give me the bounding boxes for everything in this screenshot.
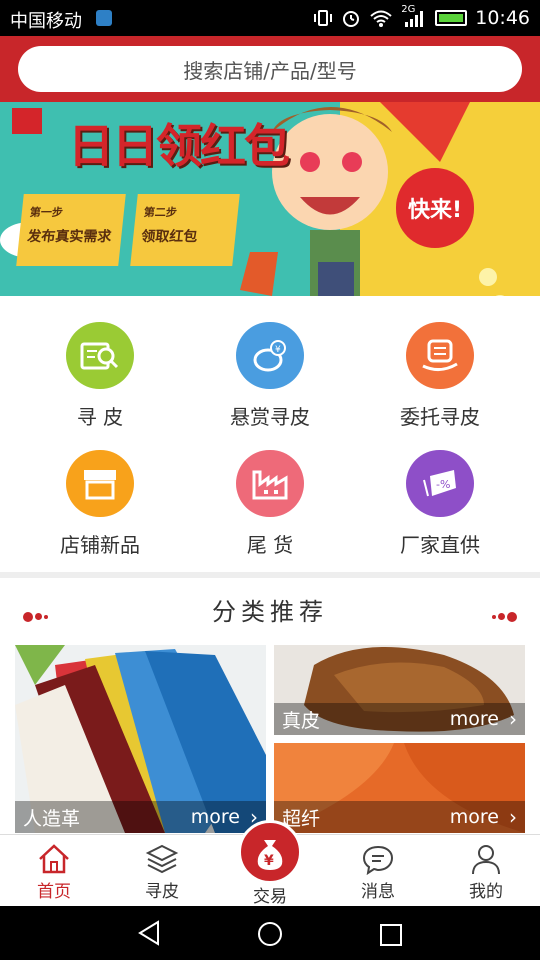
more-label: more [449, 708, 499, 730]
step1-label: 第一步 [29, 206, 64, 219]
system-nav-bar [0, 906, 540, 960]
more-link[interactable]: more › [450, 707, 517, 731]
discount-tag-icon: -% [406, 450, 474, 517]
svg-text:¥: ¥ [275, 345, 281, 355]
more-link[interactable]: more › [191, 805, 258, 829]
recents-icon[interactable] [378, 922, 404, 948]
grid-label: 尾 货 [246, 533, 294, 557]
category-name: 人造革 [23, 807, 81, 830]
nav-profile[interactable]: 我的 [432, 835, 540, 907]
search-input[interactable]: 搜索店铺/产品/型号 [18, 46, 522, 92]
chat-bubble-icon [362, 845, 394, 875]
divider [0, 572, 540, 578]
category-tile-rengzaoge[interactable]: 人造革 more › [15, 645, 266, 833]
clock: 10:46 [475, 7, 530, 29]
grid-item-xuanshang[interactable]: ¥ 悬赏寻皮 [180, 302, 360, 430]
chevron-right-icon: › [509, 805, 517, 829]
category-name: 真皮 [282, 709, 321, 732]
nav-home[interactable]: 首页 [0, 835, 108, 907]
nav-xunpi[interactable]: 寻皮 [108, 835, 216, 907]
banner-step2: 第二步 领取红包 [130, 194, 240, 266]
category-caption: 超纤 more › [274, 801, 525, 833]
grid-label: 悬赏寻皮 [230, 405, 310, 429]
piggy-bank-icon: ¥ [236, 322, 304, 389]
header: 搜索店铺/产品/型号 [0, 36, 540, 102]
money-bag-icon[interactable]: ¥ [238, 820, 302, 884]
svg-text:¥: ¥ [264, 853, 274, 869]
section-title: 分类推荐 [212, 598, 328, 626]
svg-text:-%: -% [436, 478, 450, 491]
notification-icon [96, 10, 112, 26]
carrier-name: 中国移动 [10, 11, 82, 32]
grid-label: 厂家直供 [400, 533, 480, 557]
grid-item-changjia[interactable]: -% 厂家直供 [350, 430, 530, 558]
category-caption: 人造革 more › [15, 801, 266, 833]
hand-document-icon [406, 322, 474, 389]
back-icon[interactable] [136, 920, 164, 946]
wifi-icon [370, 10, 392, 27]
step1-text: 发布真实需求 [26, 229, 113, 245]
signal-icon: 2G [401, 4, 427, 28]
more-label: more [190, 806, 240, 828]
more-label: more [449, 806, 499, 828]
banner-step1: 第一步 发布真实需求 [16, 194, 126, 266]
vibrate-icon [314, 10, 333, 26]
chevron-right-icon: › [509, 707, 517, 731]
section-decoration-right [491, 606, 518, 625]
banner-title: 日日领红包 [68, 119, 290, 173]
grid-label: 店铺新品 [60, 533, 140, 557]
grid-item-xunpi[interactable]: 寻 皮 [10, 302, 190, 430]
layers-icon [145, 844, 179, 874]
storefront-icon [66, 450, 134, 517]
nav-label: 首页 [37, 882, 71, 902]
grid-item-weituo[interactable]: 委托寻皮 [350, 302, 530, 430]
nav-messages[interactable]: 消息 [324, 835, 432, 907]
more-link[interactable]: more › [450, 805, 517, 829]
search-document-icon [66, 322, 134, 389]
grid-item-weihuo[interactable]: 尾 货 [180, 430, 360, 558]
nav-label: 消息 [361, 882, 395, 902]
feature-grid: 寻 皮 ¥ 悬赏寻皮 委托寻皮 店铺新品 尾 货 -% 厂家直供 [0, 302, 540, 572]
promo-banner[interactable]: 日日领红包 第一步 发布真实需求 第二步 领取红包 快来! [0, 102, 540, 296]
grid-item-xinpin[interactable]: 店铺新品 [10, 430, 190, 558]
grid-label: 寻 皮 [76, 405, 124, 429]
step2-text: 领取红包 [140, 229, 199, 245]
step2-label: 第二步 [143, 206, 178, 219]
grid-label: 委托寻皮 [400, 405, 480, 429]
factory-icon [236, 450, 304, 517]
banner-callout: 快来! [396, 168, 474, 248]
user-icon [472, 845, 500, 875]
home-circle-icon[interactable] [256, 920, 284, 948]
nav-label: 寻皮 [145, 882, 179, 902]
category-caption: 真皮 more › [274, 703, 525, 735]
battery-icon [435, 10, 468, 26]
category-tile-zhenpi[interactable]: 真皮 more › [274, 645, 525, 735]
alarm-icon [343, 11, 360, 27]
nav-label: 交易 [253, 887, 287, 907]
status-icons: 2G 10:46 [313, 4, 530, 29]
status-bar: 中国移动 2G 10:46 [0, 0, 540, 36]
home-icon [39, 844, 69, 874]
nav-label: 我的 [469, 882, 503, 902]
category-tile-chaoxian[interactable]: 超纤 more › [274, 743, 525, 833]
